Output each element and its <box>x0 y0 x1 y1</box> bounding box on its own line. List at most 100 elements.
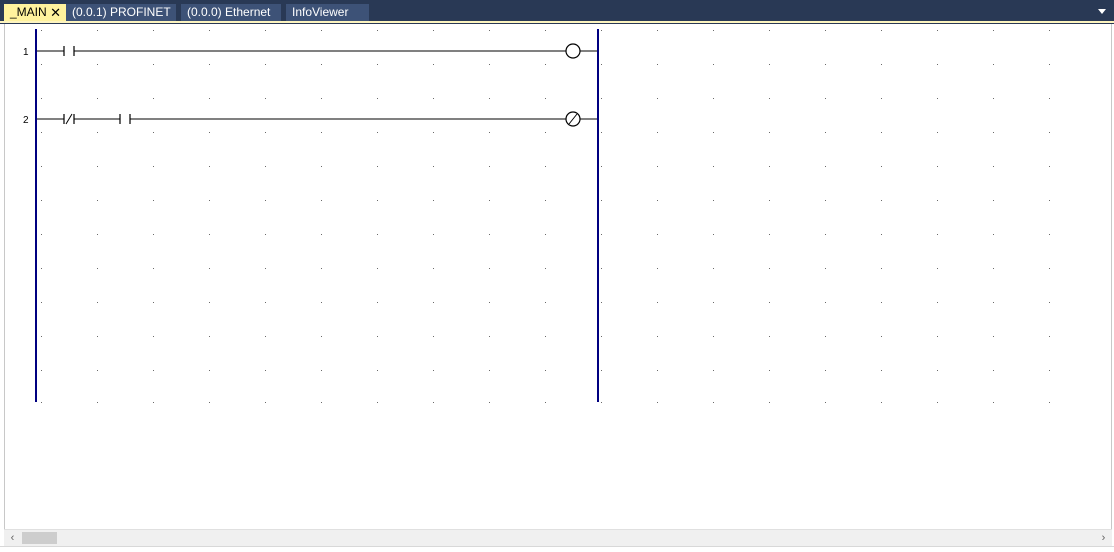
grid-dot <box>545 132 546 133</box>
grid-dot <box>433 132 434 133</box>
grid-dot <box>41 234 42 235</box>
grid-dot <box>769 268 770 269</box>
grid-dot <box>993 166 994 167</box>
normally-open-contact[interactable] <box>63 46 75 56</box>
grid-dot <box>769 234 770 235</box>
grid-dot <box>601 98 602 99</box>
grid-dot <box>97 402 98 403</box>
grid-dot <box>433 402 434 403</box>
rung-2[interactable] <box>36 111 597 127</box>
grid-dot <box>41 200 42 201</box>
grid-dot <box>713 98 714 99</box>
normally-closed-contact[interactable] <box>63 113 75 125</box>
scroll-thumb[interactable] <box>22 532 57 544</box>
grid-dot <box>993 98 994 99</box>
scroll-left-button[interactable]: ‹ <box>4 530 21 546</box>
grid-dot <box>321 370 322 371</box>
grid-dot <box>1049 200 1050 201</box>
grid-dot <box>265 268 266 269</box>
grid-dot <box>769 30 770 31</box>
grid-dot <box>993 370 994 371</box>
grid-dot <box>153 166 154 167</box>
grid-dot <box>881 98 882 99</box>
rung-1[interactable] <box>36 43 597 59</box>
grid-dot <box>489 402 490 403</box>
grid-dot <box>713 132 714 133</box>
grid-dot <box>881 336 882 337</box>
grid-dot <box>825 370 826 371</box>
grid-dot <box>881 166 882 167</box>
grid-dot <box>377 132 378 133</box>
grid-dot <box>153 336 154 337</box>
grid-dot <box>209 402 210 403</box>
grid-dot <box>769 336 770 337</box>
grid-dot <box>825 402 826 403</box>
grid-dot <box>657 166 658 167</box>
tab-underline <box>0 21 1114 23</box>
grid-dot <box>825 200 826 201</box>
grid-dot <box>881 30 882 31</box>
grid-dot <box>825 64 826 65</box>
grid-dot <box>209 336 210 337</box>
grid-dot <box>993 200 994 201</box>
grid-dot <box>489 336 490 337</box>
grid-dot <box>209 200 210 201</box>
normally-open-contact[interactable] <box>119 114 131 124</box>
grid-dot <box>265 98 266 99</box>
grid-dot <box>265 64 266 65</box>
chevron-down-icon[interactable] <box>1096 4 1108 18</box>
ladder-editor[interactable]: 1 2 <box>4 24 1112 530</box>
grid-dot <box>993 30 994 31</box>
negated-coil[interactable] <box>565 111 581 127</box>
horizontal-scrollbar[interactable]: ‹ › <box>4 529 1112 546</box>
grid-dot <box>937 30 938 31</box>
grid-dot <box>321 132 322 133</box>
grid-dot <box>377 402 378 403</box>
grid-dot <box>153 268 154 269</box>
tab-main[interactable]: _MAIN ✕ <box>4 4 66 21</box>
grid-dot <box>41 402 42 403</box>
grid-dot <box>937 98 938 99</box>
grid-dot <box>601 302 602 303</box>
grid-dot <box>937 234 938 235</box>
grid-dot <box>993 402 994 403</box>
grid-dot <box>993 132 994 133</box>
grid-dot <box>209 370 210 371</box>
grid-dot <box>713 200 714 201</box>
grid-dot <box>209 302 210 303</box>
grid-dot <box>769 166 770 167</box>
grid-dot <box>433 64 434 65</box>
output-coil[interactable] <box>565 43 581 59</box>
grid-dot <box>881 268 882 269</box>
close-icon[interactable]: ✕ <box>50 4 61 21</box>
grid-dot <box>153 302 154 303</box>
grid-dot <box>937 132 938 133</box>
grid-dot <box>489 302 490 303</box>
grid-dot <box>321 64 322 65</box>
grid-dot <box>1049 64 1050 65</box>
grid-dot <box>41 132 42 133</box>
tab-infoviewer[interactable]: InfoViewer <box>286 4 369 21</box>
tab-profinet-label: (0.0.1) PROFINET <box>72 5 171 19</box>
grid-dot <box>97 234 98 235</box>
grid-dot <box>1049 370 1050 371</box>
grid-dot <box>377 64 378 65</box>
grid-dot <box>825 234 826 235</box>
tab-profinet[interactable]: (0.0.1) PROFINET <box>66 4 176 21</box>
grid-dot <box>433 336 434 337</box>
tab-ethernet[interactable]: (0.0.0) Ethernet <box>181 4 281 21</box>
grid-dot <box>41 166 42 167</box>
grid-dot <box>881 402 882 403</box>
grid-dot <box>321 402 322 403</box>
grid-dot <box>937 268 938 269</box>
grid-dot <box>209 234 210 235</box>
grid-dot <box>209 64 210 65</box>
scroll-right-button[interactable]: › <box>1095 530 1112 546</box>
grid-dot <box>825 30 826 31</box>
grid-dot <box>97 30 98 31</box>
grid-dot <box>265 132 266 133</box>
ladder-diagram[interactable]: 1 2 <box>5 24 1111 529</box>
grid-dot <box>153 370 154 371</box>
grid-dot <box>97 166 98 167</box>
grid-dot <box>769 402 770 403</box>
